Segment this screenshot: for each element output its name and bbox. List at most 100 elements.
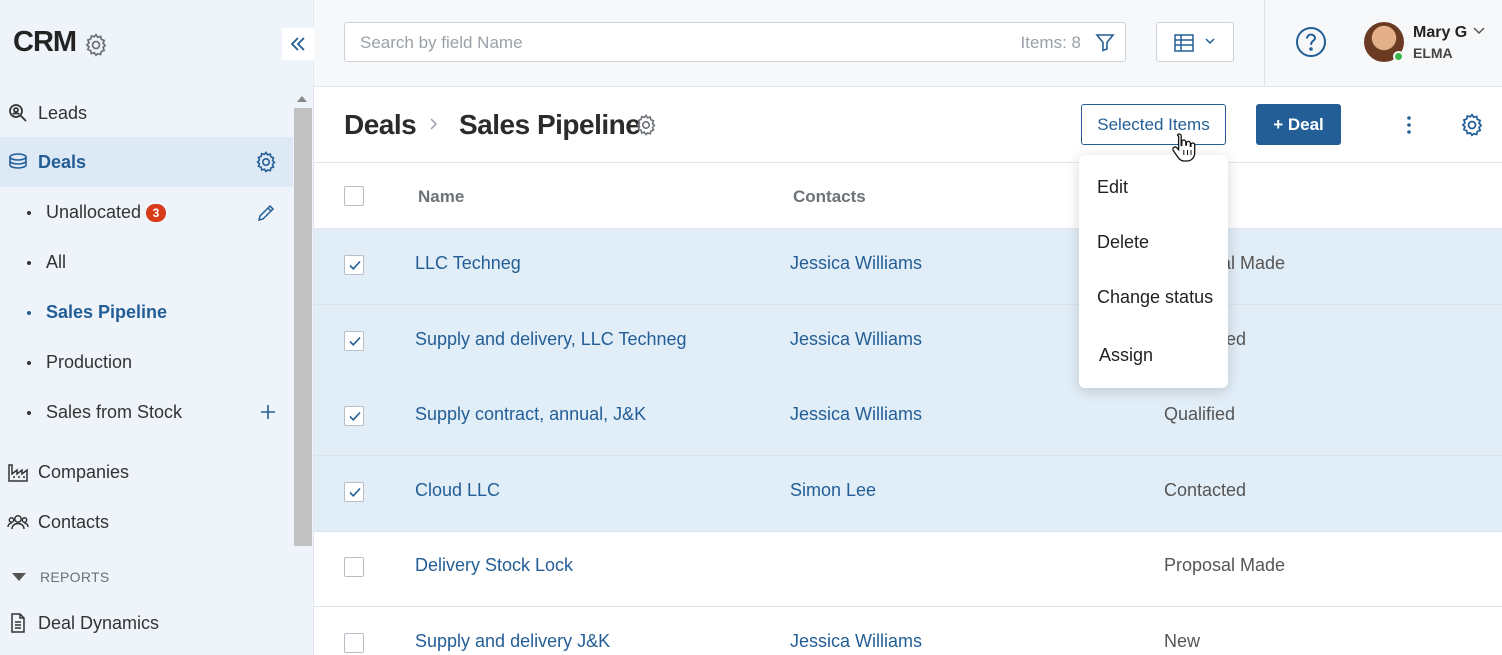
double-chevron-left-icon: [290, 37, 305, 51]
row-checkbox[interactable]: [344, 633, 364, 653]
deal-name-link[interactable]: Supply and delivery, LLC Techneg: [415, 329, 687, 350]
bullet: [27, 311, 31, 315]
sidebar-subitem-sales-from-stock[interactable]: Sales from Stock: [0, 388, 293, 438]
sidebar-item-label: Deal Dynamics: [38, 612, 160, 633]
user-name[interactable]: Mary G: [1413, 24, 1467, 42]
row-checkbox[interactable]: [344, 557, 364, 577]
collapse-sidebar-button[interactable]: [282, 28, 314, 60]
selected-items-menu: Edit Delete Change status Assign: [1079, 155, 1228, 388]
sidebar-subitem-label: Unallocated: [46, 202, 142, 222]
top-bar: Search by field Name Items: 8 Mary G ELM…: [314, 0, 1502, 87]
sidebar-item-deal-dynamics[interactable]: Deal Dynamics: [0, 598, 293, 648]
gear-icon[interactable]: [634, 113, 658, 137]
bullet: [27, 411, 31, 415]
contact-link[interactable]: Jessica Williams: [790, 253, 922, 274]
deal-name-link[interactable]: Supply and delivery J&K: [415, 631, 610, 652]
sidebar-item-deals[interactable]: Deals: [0, 137, 293, 187]
sidebar-subitem-all[interactable]: All: [0, 238, 293, 288]
scrollbar-thumb[interactable]: [294, 108, 312, 546]
deal-name-link[interactable]: LLC Techneg: [415, 253, 521, 274]
add-deal-button[interactable]: + Deal: [1256, 104, 1341, 145]
breadcrumb-root[interactable]: Deals: [344, 109, 417, 141]
items-count: Items: 8: [1020, 33, 1081, 52]
sidebar-subitem-label: Production: [46, 352, 133, 372]
sidebar-subitem-production[interactable]: Production: [0, 338, 293, 388]
page-header: Deals Sales Pipeline Selected Items + De…: [314, 88, 1502, 163]
sidebar-subitem-label: Sales Pipeline: [46, 302, 168, 322]
bullet: [27, 361, 31, 365]
table-row[interactable]: Cloud LLC Simon Lee Contacted: [314, 456, 1502, 532]
divider: [1264, 0, 1265, 87]
sidebar-item-contacts[interactable]: Contacts: [0, 497, 293, 547]
column-header-contacts[interactable]: Contacts: [793, 187, 866, 207]
table-row[interactable]: Delivery Stock Lock Proposal Made: [314, 531, 1502, 607]
coins-icon: [9, 153, 27, 169]
sidebar-subitem-sales-pipeline[interactable]: Sales Pipeline: [0, 288, 293, 338]
contact-link[interactable]: Jessica Williams: [790, 631, 922, 652]
page-title: Sales Pipeline: [459, 109, 641, 140]
sidebar-item-companies[interactable]: Companies: [0, 447, 293, 497]
checkmark-icon: [349, 411, 361, 421]
table-header: Name Contacts: [314, 163, 1502, 229]
table-row[interactable]: Supply and delivery, LLC Techneg Jessica…: [314, 305, 1502, 381]
users-icon: [7, 515, 29, 530]
count-badge: 3: [146, 204, 166, 222]
table-view-icon: [1174, 34, 1194, 52]
sidebar-item-label: Contacts: [38, 511, 110, 532]
contact-link[interactable]: Jessica Williams: [790, 404, 922, 425]
row-checkbox[interactable]: [344, 406, 364, 426]
sidebar: CRM Leads Deals Unallocated 3 All Sales …: [0, 0, 314, 655]
chevron-down-icon[interactable]: [1472, 26, 1486, 36]
pencil-icon[interactable]: [256, 203, 276, 223]
bullet: [27, 261, 31, 265]
filter-icon[interactable]: [1094, 31, 1116, 53]
plus-icon[interactable]: [260, 404, 276, 420]
deal-name-link[interactable]: Cloud LLC: [415, 480, 500, 501]
gear-icon[interactable]: [254, 150, 278, 174]
table-row[interactable]: Supply contract, annual, J&K Jessica Wil…: [314, 380, 1502, 456]
row-checkbox[interactable]: [344, 255, 364, 275]
checkmark-icon: [349, 487, 361, 497]
expand-triangle-icon[interactable]: [12, 573, 26, 581]
sidebar-item-leads[interactable]: Leads: [0, 88, 293, 138]
menu-item-assign[interactable]: Assign: [1099, 345, 1153, 366]
search-input[interactable]: Search by field Name Items: 8: [344, 22, 1126, 62]
document-icon: [11, 613, 25, 633]
table-row[interactable]: Supply and delivery J&K Jessica Williams…: [314, 607, 1502, 655]
gear-icon[interactable]: [83, 32, 109, 58]
gear-icon[interactable]: [1459, 112, 1485, 138]
row-checkbox[interactable]: [344, 482, 364, 502]
column-header-name[interactable]: Name: [418, 187, 464, 207]
deal-status: Contacted: [1164, 480, 1247, 500]
app-title: CRM: [13, 26, 77, 58]
chevron-down-icon: [1205, 38, 1215, 45]
search-placeholder: Search by field Name: [360, 33, 523, 52]
scroll-up-arrow-icon[interactable]: [297, 96, 307, 102]
sidebar-item-label: Companies: [38, 461, 130, 482]
sidebar-subitem-label: Sales from Stock: [46, 402, 183, 422]
selected-items-button[interactable]: Selected Items: [1081, 104, 1226, 145]
view-switcher-button[interactable]: [1156, 22, 1234, 62]
select-all-checkbox[interactable]: [344, 186, 364, 206]
hand-cursor-icon: [1172, 133, 1196, 162]
sidebar-subitem-unallocated[interactable]: Unallocated 3: [0, 188, 293, 238]
menu-item-edit[interactable]: Edit: [1097, 177, 1128, 198]
deal-name-link[interactable]: Supply contract, annual, J&K: [415, 404, 646, 425]
reports-section-label: REPORTS: [40, 569, 110, 585]
more-options-icon[interactable]: [1398, 113, 1420, 137]
contact-link[interactable]: Simon Lee: [790, 480, 876, 501]
checkmark-icon: [349, 336, 361, 346]
row-checkbox[interactable]: [344, 331, 364, 351]
sidebar-item-label: Deals: [38, 151, 87, 172]
menu-item-change-status[interactable]: Change status: [1097, 287, 1213, 308]
crm-app: CRM Leads Deals Unallocated 3 All Sales …: [0, 0, 1502, 655]
deal-name-link[interactable]: Delivery Stock Lock: [415, 555, 573, 576]
deal-status: Qualified: [1164, 404, 1236, 424]
sidebar-subitem-label: All: [46, 252, 67, 272]
table-row[interactable]: LLC Techneg Jessica Williams Proposal Ma…: [314, 229, 1502, 305]
help-icon[interactable]: [1295, 26, 1327, 58]
menu-item-delete[interactable]: Delete: [1097, 232, 1149, 253]
deal-status: Proposal Made: [1164, 555, 1286, 575]
contact-link[interactable]: Jessica Williams: [790, 329, 922, 350]
deals-table: Name Contacts LLC Techneg Jessica Willia…: [314, 163, 1502, 655]
